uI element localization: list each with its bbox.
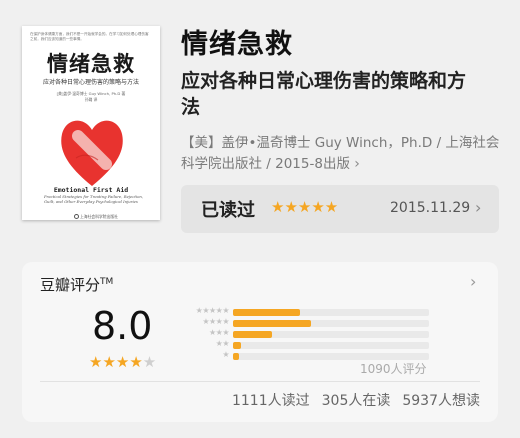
rating-title-text: 豆瓣评分 — [40, 276, 101, 294]
rating-bar-track — [233, 320, 429, 327]
cover-quote: 在保护身体健康方面，我们不是一开始就学会的。在学习如何处理心理伤害之前，我们应该… — [30, 32, 149, 41]
cover-title: 情绪急救 — [47, 51, 135, 76]
chevron-right-icon: › — [470, 272, 477, 291]
cover-english-subtitle: Practical Strategies for Treating Failur… — [44, 194, 144, 204]
want-count[interactable]: 5937人想读 — [402, 393, 480, 409]
rating-bar-fill — [233, 320, 311, 327]
book-meta-text: 【美】盖伊•温奇博士 Guy Winch，Ph.D / 上海社会科学院出版社 /… — [181, 135, 500, 172]
star-icon: ★★★★★ — [195, 306, 230, 315]
star-icon: ★ — [222, 350, 229, 359]
reader-stats: 1111人读过 305人在读 5937人想读 — [22, 390, 480, 410]
cover-translator: 孙璐 译 — [84, 97, 98, 102]
rating-bar-fill — [233, 353, 239, 360]
rating-bar-track — [233, 309, 429, 316]
rating-title: 豆瓣评分TM — [40, 274, 113, 295]
star-icon-filled: ★★★★ — [89, 353, 143, 371]
rating-stars: ★★★★★ — [89, 353, 156, 371]
rating-bar-track — [233, 331, 429, 338]
rating-distribution: ★★★★★ ★★★★ ★★★ ★★ ★ — [177, 306, 437, 362]
book-meta-link[interactable]: 【美】盖伊•温奇博士 Guy Winch，Ph.D / 上海社会科学院出版社 /… — [181, 133, 501, 175]
rating-bar-fill — [233, 342, 241, 349]
star-icon: ★★ — [215, 339, 230, 348]
rating-score: 8.0 — [92, 304, 153, 348]
douban-rating-card[interactable]: 豆瓣评分TM › 8.0 ★★★★★ ★★★★★ ★★★★ ★★★ ★★ ★ 1090人… — [22, 262, 498, 422]
chevron-right-icon: › — [354, 156, 360, 172]
cover-publisher: 上海社会科学院出版社 — [80, 214, 118, 219]
book-cover[interactable]: 在保护身体健康方面，我们不是一开始就学会的。在学习如何处理心理伤害之前，我们应该… — [22, 26, 160, 220]
trademark-mark: TM — [100, 277, 114, 287]
book-detail-page: 在保护身体健康方面，我们不是一开始就学会的。在学习如何处理心理伤害之前，我们应该… — [0, 0, 520, 438]
star-icon: ★★★★ — [202, 317, 229, 326]
read-status-bar[interactable]: 已读过 ★★★★★ 2015.11.29 › — [181, 185, 499, 233]
rating-bar-track — [233, 353, 429, 360]
star-icon-empty: ★ — [142, 353, 157, 371]
rating-count: 1090人评分 — [360, 362, 427, 376]
rating-bar-track — [233, 342, 429, 349]
cover-english-title: Emotional First Aid — [53, 186, 129, 194]
read-date: 2015.11.29 — [390, 200, 471, 216]
user-rating-stars: ★★★★★ — [271, 198, 339, 216]
cover-subtitle: 应对各种日常心理伤害的策略与方法 — [42, 79, 139, 86]
rating-bar-fill — [233, 331, 272, 338]
heart-bandage-icon — [61, 120, 123, 186]
rating-bar-fill — [233, 309, 300, 316]
read-status-label: 已读过 — [201, 200, 255, 221]
reading-count[interactable]: 305人在读 — [322, 393, 391, 409]
divider — [40, 381, 480, 382]
star-icon: ★★★ — [208, 328, 230, 337]
book-title: 情绪急救 — [181, 29, 293, 60]
book-subtitle: 应对各种日常心理伤害的策略和方法 — [181, 70, 467, 118]
publisher-logo-icon — [74, 214, 79, 219]
chevron-right-icon: › — [475, 198, 482, 217]
read-count[interactable]: 1111人读过 — [232, 393, 310, 409]
